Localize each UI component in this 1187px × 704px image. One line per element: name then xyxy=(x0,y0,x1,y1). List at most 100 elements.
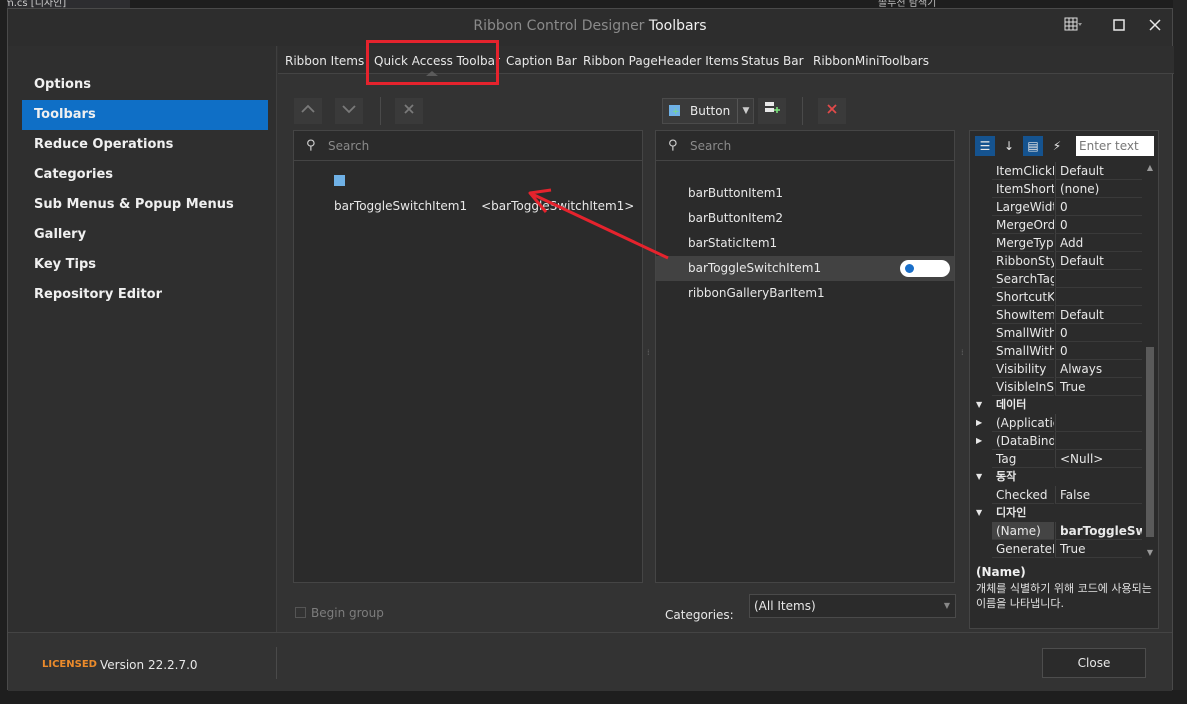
category-design[interactable]: ▼ 디자인 xyxy=(970,504,1142,522)
close-icon[interactable] xyxy=(1144,17,1166,37)
tab-ribbon-mini-toolbars[interactable]: RibbonMiniToolbars xyxy=(813,51,929,71)
property-scrollbar[interactable]: ▲ ▼ xyxy=(1144,162,1156,560)
property-value[interactable] xyxy=(1055,432,1142,450)
list-item[interactable]: barToggleSwitchItem1 <barToggleSwitchItem… xyxy=(294,169,642,213)
property-value[interactable] xyxy=(1055,288,1142,306)
categories-select[interactable]: (All Items) ▼ xyxy=(749,594,956,618)
add-separator-button[interactable] xyxy=(758,98,786,124)
nav-item-gallery[interactable]: Gallery xyxy=(22,220,268,250)
property-row[interactable]: ▶ (DataBindin xyxy=(970,432,1142,450)
tab-ribbon-items[interactable]: Ribbon Items xyxy=(285,51,364,71)
nav-item-options[interactable]: Options xyxy=(22,70,268,100)
scrollbar-thumb[interactable] xyxy=(1146,347,1154,537)
property-value[interactable] xyxy=(1055,414,1142,432)
tab-caption-bar[interactable]: Caption Bar xyxy=(506,51,577,71)
property-row[interactable]: ShowItem Default xyxy=(970,306,1142,324)
property-row[interactable]: ItemShortc(none) xyxy=(970,180,1142,198)
property-row[interactable]: LargeWidtl 0 xyxy=(970,198,1142,216)
close-button[interactable]: Close xyxy=(1042,648,1146,678)
skin-menu-icon[interactable] xyxy=(1062,17,1084,37)
property-row[interactable]: SmallWithc0 xyxy=(970,324,1142,342)
properties-view-icon[interactable]: ▤ xyxy=(1023,136,1043,156)
category-data[interactable]: ▼ 데이터 xyxy=(970,396,1142,414)
property-row[interactable]: ItemClickFiDefault xyxy=(970,162,1142,180)
property-value[interactable]: barToggleSw xyxy=(1055,522,1142,540)
property-row[interactable]: GenerateMTrue xyxy=(970,540,1142,558)
add-button-dropdown[interactable]: + Button ▼ xyxy=(662,98,754,124)
property-row[interactable]: ShortcutKe xyxy=(970,288,1142,306)
property-description: (Name) 개체를 식별하기 위해 코드에 사용되는 이름을 나타냅니다. xyxy=(976,565,1154,611)
property-search-input[interactable]: Enter text xyxy=(1076,136,1154,156)
nav-item-repository-editor[interactable]: Repository Editor xyxy=(22,280,268,310)
background-tab: m.cs [디자인] xyxy=(0,0,130,8)
property-row[interactable]: Checked False xyxy=(970,486,1142,504)
property-value[interactable]: 0 xyxy=(1055,216,1142,234)
add-button-label: Button xyxy=(690,104,731,118)
list-item[interactable]: barButtonItem1 xyxy=(656,181,954,206)
title-section: Toolbars xyxy=(648,18,707,34)
property-value[interactable]: 0 xyxy=(1055,342,1142,360)
property-value[interactable]: Always xyxy=(1055,360,1142,378)
property-value[interactable]: 0 xyxy=(1055,198,1142,216)
left-search-input[interactable]: ⚲ Search xyxy=(294,131,642,161)
property-value[interactable] xyxy=(1055,270,1142,288)
splitter-handle[interactable]: ⁞ xyxy=(961,349,965,357)
property-name: GenerateM xyxy=(992,540,1054,558)
property-row[interactable]: Tag <Null> xyxy=(970,450,1142,468)
nav-item-reduce-operations[interactable]: Reduce Operations xyxy=(22,130,268,160)
tab-status-bar[interactable]: Status Bar xyxy=(741,51,804,71)
property-row[interactable]: SearchTag xyxy=(970,270,1142,288)
scroll-down-icon[interactable]: ▼ xyxy=(1145,548,1155,557)
property-value[interactable]: Default xyxy=(1055,162,1142,180)
collapse-icon[interactable]: ▼ xyxy=(976,468,982,486)
property-row[interactable]: MergeOrde0 xyxy=(970,216,1142,234)
nav-item-toolbars[interactable]: Toolbars xyxy=(22,100,268,130)
property-value[interactable]: False xyxy=(1055,486,1142,504)
delete-item-button[interactable] xyxy=(818,98,846,124)
category-behavior[interactable]: ▼ 동작 xyxy=(970,468,1142,486)
move-up-button[interactable] xyxy=(294,98,322,124)
chevron-down-icon[interactable]: ▼ xyxy=(737,99,754,123)
maximize-icon[interactable] xyxy=(1108,17,1130,37)
property-value[interactable]: 0 xyxy=(1055,324,1142,342)
right-search-input[interactable]: ⚲ Search xyxy=(656,131,954,161)
nav-item-key-tips[interactable]: Key Tips xyxy=(22,250,268,280)
list-item[interactable]: ribbonGalleryBarItem1 xyxy=(656,281,954,306)
scroll-up-icon[interactable]: ▲ xyxy=(1145,163,1155,172)
category-label: 데이터 xyxy=(996,398,1027,411)
property-row[interactable]: ▶ (Applicatio xyxy=(970,414,1142,432)
categorized-view-icon[interactable]: ☰ xyxy=(975,136,995,156)
property-value[interactable]: True xyxy=(1055,540,1142,558)
property-value[interactable]: (none) xyxy=(1055,180,1142,198)
property-value[interactable]: True xyxy=(1055,378,1142,396)
property-name: LargeWidtl xyxy=(992,198,1054,216)
begin-group-checkbox[interactable]: Begin group xyxy=(295,606,384,620)
property-value[interactable]: Add xyxy=(1055,234,1142,252)
property-row[interactable]: VisibleInSeTrue xyxy=(970,378,1142,396)
property-value[interactable]: <Null> xyxy=(1055,450,1142,468)
checkbox-box[interactable] xyxy=(295,607,306,618)
nav-item-categories[interactable]: Categories xyxy=(22,160,268,190)
move-down-button[interactable] xyxy=(335,98,363,124)
list-item[interactable]: barButtonItem2 xyxy=(656,206,954,231)
property-row[interactable]: RibbonStylDefault xyxy=(970,252,1142,270)
list-item-selected[interactable]: barToggleSwitchItem1 xyxy=(656,256,954,281)
tab-ribbon-pageheader-items[interactable]: Ribbon PageHeader Items xyxy=(583,51,739,71)
collapse-icon[interactable]: ▼ xyxy=(976,504,982,522)
alphabetical-sort-icon[interactable]: ↓ xyxy=(999,136,1019,156)
nav-item-sub-menus[interactable]: Sub Menus & Popup Menus xyxy=(22,190,268,220)
property-row[interactable]: SmallWithT0 xyxy=(970,342,1142,360)
splitter-handle[interactable]: ⁞ xyxy=(647,349,651,357)
property-row[interactable]: Visibility Always xyxy=(970,360,1142,378)
list-item[interactable]: barStaticItem1 xyxy=(656,231,954,256)
property-row[interactable]: MergeTypeAdd xyxy=(970,234,1142,252)
expand-icon[interactable]: ▶ xyxy=(976,414,982,432)
events-icon[interactable]: ⚡ xyxy=(1047,136,1067,156)
property-value[interactable]: Default xyxy=(1055,306,1142,324)
collapse-icon[interactable]: ▼ xyxy=(976,396,982,414)
property-row-selected[interactable]: (Name) barToggleSw xyxy=(970,522,1142,540)
property-name: ItemClickFi xyxy=(992,162,1054,180)
expand-icon[interactable]: ▶ xyxy=(976,432,982,450)
property-value[interactable]: Default xyxy=(1055,252,1142,270)
remove-item-button[interactable] xyxy=(395,98,423,124)
